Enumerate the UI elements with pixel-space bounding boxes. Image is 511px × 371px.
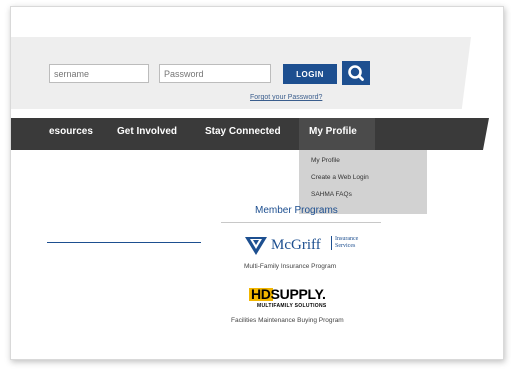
username-input[interactable] bbox=[49, 64, 149, 83]
mcgriff-sub-line2: Services bbox=[335, 243, 356, 249]
login-button[interactable]: LOGIN bbox=[283, 64, 337, 84]
nav-item-my-profile[interactable]: My Profile bbox=[309, 126, 357, 137]
dropdown-item-create-web-login[interactable]: Create a Web Login bbox=[311, 174, 369, 181]
dropdown-item-my-profile[interactable]: My Profile bbox=[311, 157, 340, 164]
hd-supply-logo-text[interactable]: HDSUPPLY. bbox=[251, 286, 326, 302]
mcgriff-logo-text[interactable]: McGriff bbox=[271, 237, 321, 254]
screenshot-frame: LOGIN Forgot your Password? esources Get… bbox=[10, 6, 504, 360]
search-icon bbox=[348, 65, 364, 81]
mcgriff-sub-line1: Insurance bbox=[335, 236, 359, 242]
password-input[interactable] bbox=[159, 64, 271, 83]
hd-supply-logo-subtext: MULTIFAMILY SOLUTIONS bbox=[257, 303, 327, 309]
dropdown-item-sahma-faqs[interactable]: SAHMA FAQs bbox=[311, 191, 352, 198]
search-button[interactable] bbox=[342, 61, 370, 85]
member-divider bbox=[221, 222, 381, 223]
member-programs-heading: Member Programs bbox=[255, 205, 338, 216]
nav-item-resources[interactable]: esources bbox=[49, 126, 93, 137]
mcgriff-caption: Multi-Family Insurance Program bbox=[244, 263, 337, 270]
mcgriff-logo-subtext: Insurance Services bbox=[331, 236, 358, 250]
forgot-password-link[interactable]: Forgot your Password? bbox=[250, 94, 322, 101]
nav-item-get-involved[interactable]: Get Involved bbox=[117, 126, 177, 137]
content-divider bbox=[47, 242, 201, 243]
nav-item-stay-connected[interactable]: Stay Connected bbox=[205, 126, 281, 137]
hd-supply-caption: Facilities Maintenance Buying Program bbox=[231, 317, 344, 324]
